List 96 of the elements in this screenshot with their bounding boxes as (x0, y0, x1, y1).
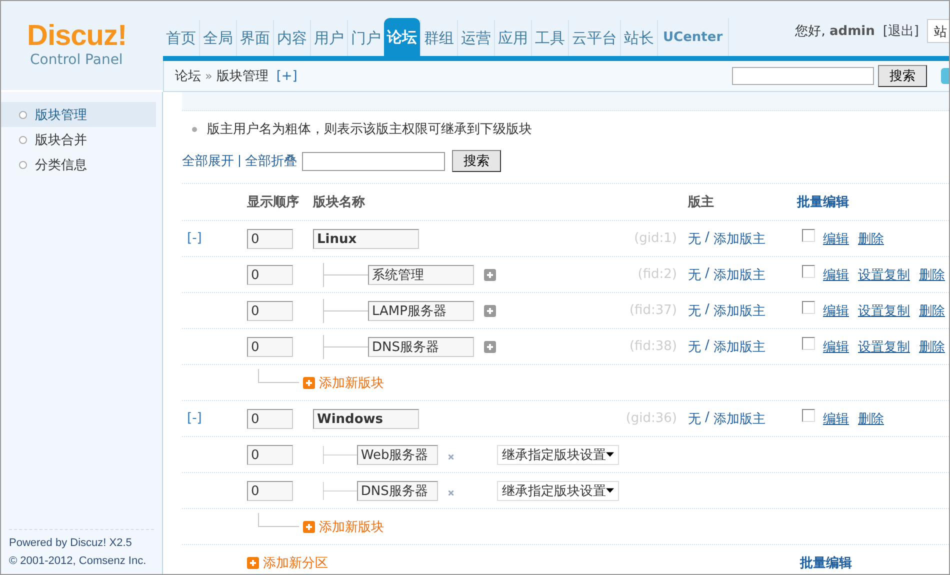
column-header: 版主 (686, 194, 715, 211)
tree-line (258, 512, 299, 526)
caret-icon (606, 452, 614, 457)
order-field[interactable]: 0 (247, 336, 293, 356)
name-field[interactable]: 系统管理 (368, 264, 474, 284)
plus-icon[interactable] (247, 556, 259, 568)
name-field[interactable]: LAMP服务器 (368, 300, 474, 320)
plus-icon[interactable] (484, 268, 496, 280)
batch-edit-link[interactable]: 批量编辑 (797, 193, 849, 211)
action-link[interactable]: 设置复制 (858, 266, 910, 284)
inherit-dropdown[interactable]: 继承指定版块设置 (497, 444, 619, 464)
action-link[interactable]: 删除 (919, 266, 945, 284)
sidebar-item[interactable]: 版块管理 (1, 102, 156, 127)
name-field[interactable]: Linux (313, 228, 419, 248)
breadcrumb-item[interactable]: 论坛 (175, 67, 201, 85)
search-field[interactable] (732, 67, 874, 85)
action-link[interactable]: 编辑 (823, 302, 849, 320)
caret-icon (606, 488, 614, 493)
sidebar-item[interactable]: 版块合并 (1, 127, 156, 152)
tip-text: 版主用户名为粗体，则表示该版主权限可继承到下级版块 (207, 121, 532, 138)
action-link[interactable]: 编辑 (823, 338, 849, 356)
action-link[interactable]: 编辑 (823, 410, 849, 428)
expand-all-link[interactable]: 全部展开 (182, 152, 234, 170)
add-moderator-link[interactable]: 添加版主 (713, 302, 766, 320)
moderator-link[interactable]: 无 (688, 266, 701, 284)
collapse-all-link[interactable]: 全部折叠 (245, 152, 297, 170)
name-field[interactable]: Web服务器 (356, 444, 438, 464)
order-field[interactable]: 0 (247, 444, 293, 464)
search-field[interactable] (302, 152, 445, 170)
logo-wordmark: Discuz! (27, 21, 127, 51)
add-shortcut-link[interactable]: [+] (276, 68, 298, 84)
action-link[interactable]: 删除 (858, 230, 884, 248)
separator-text: / (705, 230, 710, 246)
action-link[interactable]: 删除 (919, 338, 945, 356)
column-header: 版块名称 (313, 194, 365, 211)
checkbox[interactable] (802, 229, 815, 242)
order-field[interactable]: 0 (247, 228, 293, 248)
order-field[interactable]: 0 (247, 480, 293, 500)
separator-text: / (705, 266, 710, 282)
checkbox[interactable] (802, 265, 815, 278)
plus-icon[interactable] (484, 340, 496, 352)
separator-text: / (705, 338, 710, 354)
moderator-link[interactable]: 无 (688, 338, 701, 356)
breadcrumb-item: 版块管理 (216, 68, 268, 85)
separator-text: / (705, 410, 710, 426)
tree-line (323, 334, 368, 358)
add-moderator-link[interactable]: 添加版主 (713, 338, 766, 356)
plus-icon[interactable] (484, 304, 496, 316)
moderator-link[interactable]: 无 (688, 410, 701, 428)
name-field[interactable]: DNS服务器 (368, 336, 474, 356)
close-icon[interactable] (448, 452, 454, 460)
action-link[interactable]: 编辑 (823, 266, 849, 284)
name-field[interactable]: DNS服务器 (356, 480, 438, 500)
footer-text: © 2001-2012, Comsenz Inc. (9, 554, 148, 569)
add-moderator-link[interactable]: 添加版主 (713, 410, 766, 428)
batch-edit-link[interactable]: 批量编辑 (800, 554, 852, 572)
add-moderator-link[interactable]: 添加版主 (713, 230, 766, 248)
action-link[interactable]: 删除 (858, 410, 884, 428)
moderator-link[interactable]: 无 (688, 230, 701, 248)
footer-text: Powered by Discuz! X2.5 (9, 536, 133, 551)
close-icon[interactable] (448, 488, 454, 496)
nav-tab[interactable]: 论坛 (384, 18, 420, 56)
nav-tab[interactable]: 首页 (163, 20, 199, 56)
site-menu[interactable]: 站 (927, 19, 949, 43)
separator-text: / (705, 302, 710, 318)
name-field[interactable]: Windows (313, 408, 419, 428)
checkbox[interactable] (802, 301, 815, 314)
inherit-dropdown[interactable]: 继承指定版块设置 (497, 480, 619, 500)
action-link[interactable]: 删除 (919, 302, 945, 320)
checkbox[interactable] (802, 337, 815, 350)
action-link[interactable]: 编辑 (823, 230, 849, 248)
add-moderator-link[interactable]: 添加版主 (713, 266, 766, 284)
moderator-link[interactable]: 无 (688, 302, 701, 320)
action-link[interactable]: 设置复制 (858, 302, 910, 320)
plus-icon[interactable] (303, 376, 315, 388)
toggle-icon[interactable] (941, 68, 949, 84)
order-field[interactable]: 0 (247, 264, 293, 284)
tree-line (323, 298, 368, 322)
logo-subtitle: Control Panel (30, 52, 123, 68)
order-field[interactable]: 0 (247, 408, 293, 428)
bullet-icon (192, 126, 197, 132)
collapse-toggle[interactable]: [-] (187, 231, 202, 246)
tree-line (323, 262, 368, 286)
search-button[interactable]: 搜索 (452, 150, 501, 172)
search-button[interactable]: 搜索 (878, 65, 927, 87)
order-field[interactable]: 0 (247, 300, 293, 320)
sidebar-item[interactable]: 分类信息 (1, 152, 156, 177)
greeting-text: 您好, admin (795, 23, 875, 40)
logout-link[interactable]: [退出] (882, 22, 919, 40)
collapse-toggle[interactable]: [-] (187, 411, 202, 426)
breadcrumb-separator: » (205, 69, 212, 83)
checkbox[interactable] (802, 409, 815, 422)
column-header: 显示顺序 (247, 194, 300, 211)
plus-icon[interactable] (303, 520, 315, 532)
tree-line (258, 368, 299, 382)
action-link[interactable]: 设置复制 (858, 338, 910, 356)
